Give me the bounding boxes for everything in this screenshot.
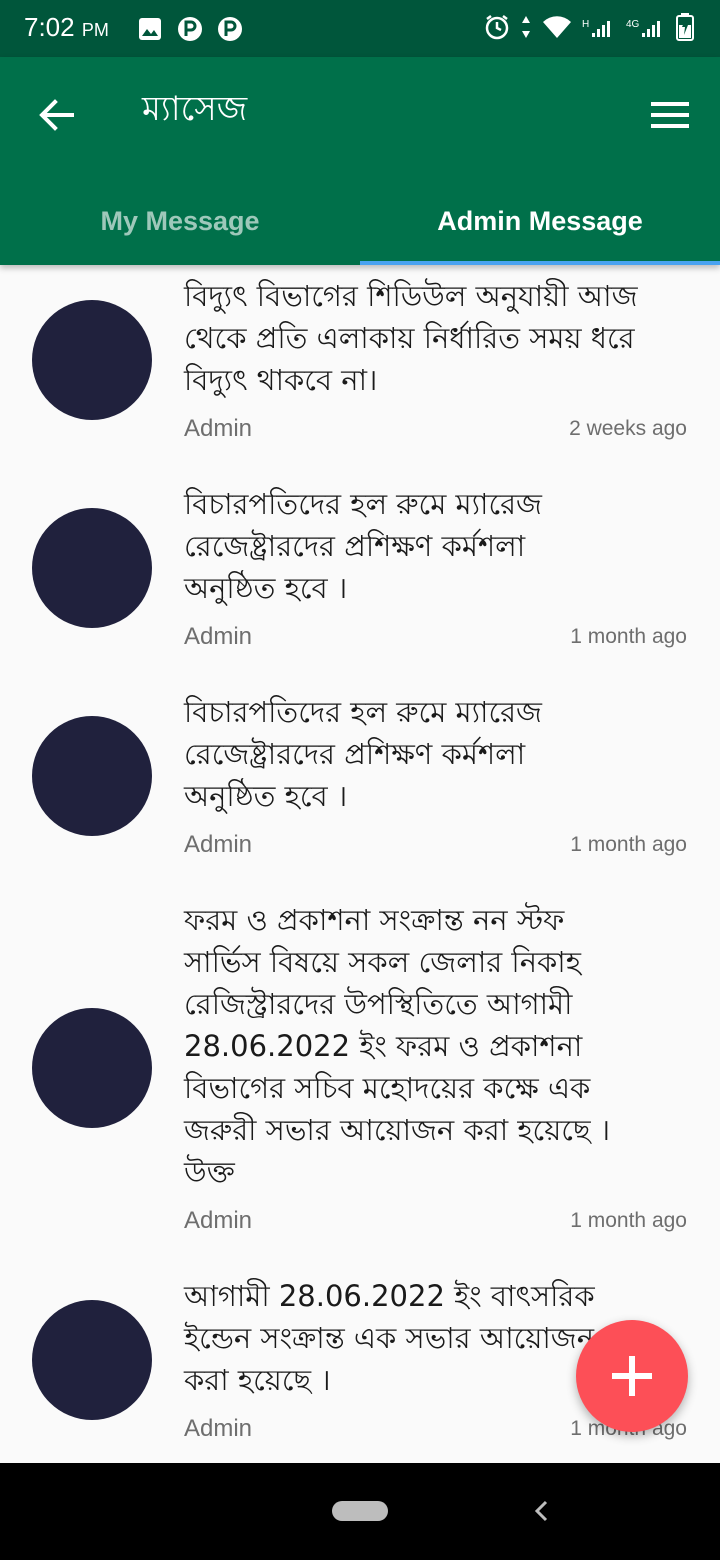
message-text: বিচারপতিদের হল রুমে ম্যারেজ রেজেষ্ট্রারদ…	[184, 695, 543, 813]
message-time: 1 month ago	[570, 1209, 687, 1232]
status-time: 7:02 PM	[24, 12, 109, 43]
menu-button[interactable]	[640, 87, 700, 143]
tab-admin-message[interactable]: Admin Message	[360, 177, 720, 265]
image-icon	[138, 14, 162, 44]
status-bar: 7:02 PM H 4G	[0, 0, 720, 57]
chevron-left-icon	[534, 1500, 548, 1522]
home-pill-icon[interactable]	[332, 1501, 388, 1521]
plus-icon	[612, 1356, 652, 1396]
add-message-button[interactable]	[576, 1320, 688, 1432]
status-right-icons: H 4G	[484, 12, 694, 42]
status-left-icons	[138, 14, 242, 44]
list-item[interactable]: বিচারপতিদের হল রুমে ম্যারেজ রেজেষ্ট্রারদ…	[0, 681, 720, 889]
hamburger-menu-icon	[651, 102, 689, 128]
avatar	[32, 1300, 152, 1420]
message-author: Admin	[184, 1415, 253, 1442]
message-author: Admin	[184, 831, 253, 858]
message-time: 2 weeks ago	[569, 417, 687, 440]
avatar	[32, 300, 152, 420]
avatar	[32, 1008, 152, 1128]
status-time-value: 7:02	[24, 12, 75, 42]
wifi-icon	[542, 12, 572, 42]
battery-charging-icon	[676, 12, 694, 42]
arrow-left-icon	[39, 99, 74, 131]
list-item[interactable]: বিচারপতিদের হল রুমে ম্যারেজ রেজেষ্ট্রারদ…	[0, 473, 720, 681]
message-author: Admin	[184, 415, 253, 442]
signal-4g-icon: 4G	[626, 12, 666, 42]
message-text: বিচারপতিদের হল রুমে ম্যারেজ রেজেষ্ট্রারদ…	[184, 487, 543, 605]
tab-bar: My Message Admin Message	[0, 177, 720, 265]
message-text: বিদ্যুৎ বিভাগের শিডিউল অনুযায়ী আজ থেকে …	[184, 279, 638, 397]
tab-my-message[interactable]: My Message	[0, 177, 360, 265]
parking-icon	[178, 14, 202, 44]
avatar	[32, 716, 152, 836]
svg-text:4G: 4G	[626, 19, 640, 30]
signal-h-icon: H	[582, 12, 616, 42]
message-text: ফরম ও প্রকাশনা সংক্রান্ত নন স্টফ সার্ভিস…	[184, 903, 611, 1189]
alarm-icon	[484, 12, 510, 42]
message-author: Admin	[184, 1207, 253, 1234]
message-author: Admin	[184, 623, 253, 650]
message-list: বিদ্যুৎ বিভাগের শিডিউল অনুযায়ী আজ থেকে …	[0, 265, 720, 1463]
list-item[interactable]: ফরম ও প্রকাশনা সংক্রান্ত নন স্টফ সার্ভিস…	[0, 889, 720, 1265]
parking-icon	[218, 14, 242, 44]
status-time-ampm: PM	[81, 20, 109, 40]
avatar	[32, 508, 152, 628]
list-item[interactable]: বিদ্যুৎ বিভাগের শিডিউল অনুযায়ী আজ থেকে …	[0, 265, 720, 473]
nav-back-button[interactable]	[526, 1493, 556, 1529]
app-bar: ম্যাসেজ My Message Admin Message	[0, 57, 720, 265]
message-time: 1 month ago	[570, 625, 687, 648]
system-nav-bar	[0, 1463, 720, 1560]
svg-text:H: H	[582, 19, 589, 30]
page-title: ম্যাসেজ	[142, 89, 248, 129]
back-button[interactable]	[28, 87, 84, 143]
data-arrows-icon	[520, 12, 532, 42]
message-time: 1 month ago	[570, 833, 687, 856]
